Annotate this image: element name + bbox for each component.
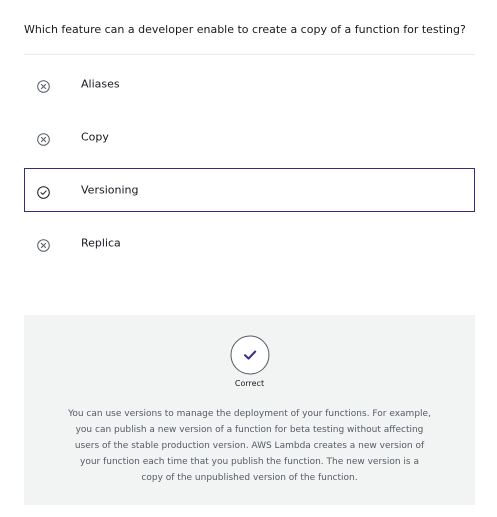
option-label: Replica xyxy=(81,236,121,250)
check-circle-icon xyxy=(230,335,270,375)
answer-options: Aliases Copy Versioning Replica xyxy=(24,62,475,274)
x-circle-icon xyxy=(37,78,50,93)
x-circle-icon xyxy=(37,237,50,252)
check-circle-icon xyxy=(37,184,50,199)
option-replica[interactable]: Replica xyxy=(24,221,475,265)
feedback-panel: Correct You can use versions to manage t… xyxy=(24,315,475,505)
option-versioning[interactable]: Versioning xyxy=(24,168,475,212)
x-circle-icon xyxy=(37,131,50,146)
option-aliases[interactable]: Aliases xyxy=(24,62,475,106)
quiz-question: Which feature can a developer enable to … xyxy=(24,23,466,36)
feedback-status: Correct xyxy=(234,379,265,388)
divider xyxy=(24,54,475,55)
option-label: Copy xyxy=(81,130,109,144)
option-label: Aliases xyxy=(81,77,120,91)
feedback-explanation: You can use versions to manage the deplo… xyxy=(68,409,431,483)
option-label: Versioning xyxy=(81,183,139,197)
option-copy[interactable]: Copy xyxy=(24,115,475,159)
